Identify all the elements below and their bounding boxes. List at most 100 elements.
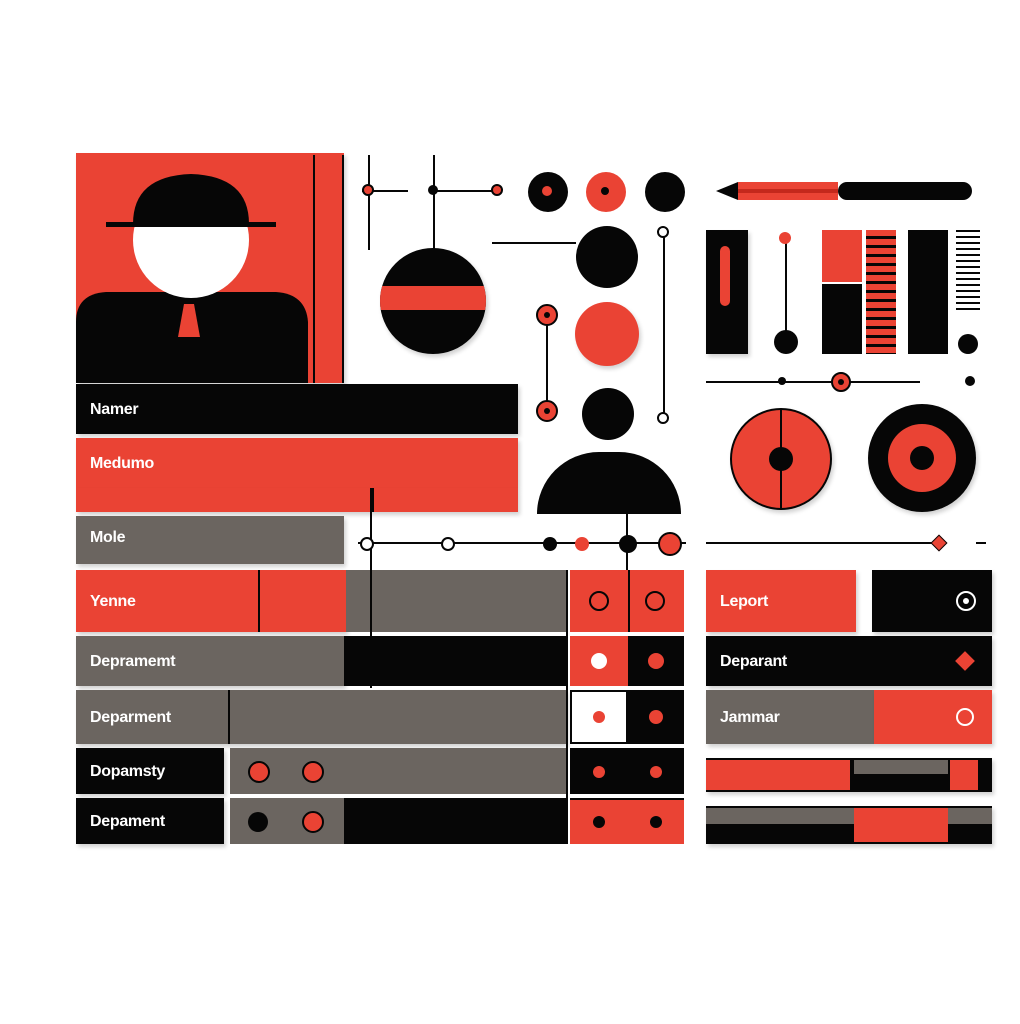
pencil-icon[interactable]	[716, 178, 980, 204]
node-icon	[536, 400, 558, 422]
dopamsty-black-cell	[570, 748, 684, 794]
circle-icon	[958, 334, 978, 354]
row-leport-label: Leport	[720, 593, 768, 610]
row-deparment[interactable]: Deparment	[76, 690, 566, 744]
grid-line	[370, 488, 372, 688]
slider-node[interactable]	[360, 537, 374, 551]
progress-bar	[706, 758, 992, 792]
row-mole-label: Mole	[90, 529, 126, 546]
row-yenne-label: Yenne	[90, 593, 136, 610]
radio-icon[interactable]	[956, 708, 974, 726]
circle-icon[interactable]	[650, 816, 662, 828]
yenne-red-cell	[570, 570, 684, 632]
connector-line	[433, 190, 497, 192]
row-dopamsty-label: Dopamsty	[90, 763, 165, 780]
circle-icon[interactable]	[593, 816, 605, 828]
slider-track-end	[976, 542, 986, 544]
slider-node[interactable]	[778, 377, 786, 385]
dome-shape	[537, 452, 681, 514]
radio-icon[interactable]	[302, 761, 324, 783]
yenne-divider	[258, 570, 260, 632]
connector-line	[368, 155, 370, 250]
connector-line	[433, 155, 435, 250]
row-depament[interactable]: Depament	[76, 798, 224, 844]
radio-icon[interactable]	[302, 811, 324, 833]
diamond-icon[interactable]	[930, 534, 948, 552]
dial-icon[interactable]	[868, 404, 976, 512]
slider-node[interactable]	[658, 532, 682, 556]
row-depament-label: Depament	[90, 813, 165, 830]
row-jammar-label: Jammar	[720, 709, 780, 726]
dopamsty-gray-cell	[230, 748, 566, 794]
battery-icon	[706, 230, 748, 354]
slider-node[interactable]	[831, 372, 851, 392]
node-icon	[657, 226, 669, 238]
circle-icon[interactable]	[248, 812, 268, 832]
row-medumo[interactable]: Medumo	[76, 438, 518, 488]
circle-icon	[586, 172, 626, 212]
deparment-divider	[228, 690, 230, 744]
node-icon	[536, 304, 558, 326]
row-jammar[interactable]: Jammar	[706, 690, 874, 744]
level-bar	[822, 230, 862, 354]
grid-line	[566, 570, 568, 844]
tick-bar	[956, 230, 980, 312]
slider-node[interactable]	[575, 537, 589, 551]
row-yenne[interactable]: Yenne	[76, 570, 346, 632]
depament-top-line	[570, 798, 684, 800]
circle-icon[interactable]	[593, 766, 605, 778]
yenne-gray-cell	[346, 570, 566, 632]
row-leport[interactable]: Leport	[706, 570, 856, 632]
row-deparant-label: Deparant	[720, 653, 787, 670]
user-avatar-icon[interactable]	[76, 172, 312, 383]
row-deparant[interactable]: Deparant	[706, 636, 992, 686]
radio-icon[interactable]	[248, 761, 270, 783]
yenne-cell-divider	[628, 570, 630, 632]
node-icon	[491, 184, 503, 196]
radio-icon[interactable]	[645, 591, 665, 611]
circle-icon[interactable]	[650, 766, 662, 778]
circle-icon[interactable]	[649, 710, 663, 724]
knob-icon[interactable]	[380, 248, 486, 354]
lever-knob[interactable]	[774, 330, 798, 354]
circle-icon[interactable]	[648, 653, 664, 669]
avatar-card-edge	[342, 155, 344, 383]
circle-icon	[582, 388, 634, 440]
radio-icon[interactable]	[956, 591, 976, 611]
depament-black-cell	[344, 798, 566, 844]
progress-bar	[706, 806, 992, 844]
slider-node[interactable]	[965, 376, 975, 386]
row-mole[interactable]: Mole	[76, 516, 344, 564]
row-dopamsty[interactable]: Dopamsty	[76, 748, 224, 794]
slider-node[interactable]	[543, 537, 557, 551]
avatar-card-divider	[313, 155, 315, 383]
row-depramemt[interactable]: Depramemt	[76, 636, 344, 686]
lever-knob[interactable]	[779, 232, 791, 244]
lever-line	[785, 238, 787, 342]
row-red-strip	[76, 488, 518, 512]
row-namer[interactable]: Namer	[76, 384, 518, 434]
dial-icon[interactable]	[730, 408, 832, 510]
depament-red-cell	[570, 798, 684, 844]
node-icon	[428, 185, 438, 195]
striped-bar	[866, 230, 896, 354]
circle-icon	[645, 172, 685, 212]
radio-icon[interactable]	[589, 591, 609, 611]
slider-track	[706, 381, 920, 383]
slider-track	[706, 542, 942, 544]
connector-line	[492, 242, 576, 244]
circle-icon[interactable]	[593, 711, 605, 723]
depramemt-black-cell	[344, 636, 566, 686]
row-deparment-label: Deparment	[90, 709, 171, 726]
circle-icon	[528, 172, 568, 212]
circle-icon[interactable]	[591, 653, 607, 669]
node-icon	[657, 412, 669, 424]
row-depramemt-label: Depramemt	[90, 653, 176, 670]
row-medumo-label: Medumo	[90, 455, 154, 472]
slider-node[interactable]	[441, 537, 455, 551]
circle-icon	[576, 226, 638, 288]
slider-node[interactable]	[619, 535, 637, 553]
circle-icon	[575, 302, 639, 366]
black-bar	[908, 230, 948, 354]
strip-divider	[372, 488, 374, 512]
